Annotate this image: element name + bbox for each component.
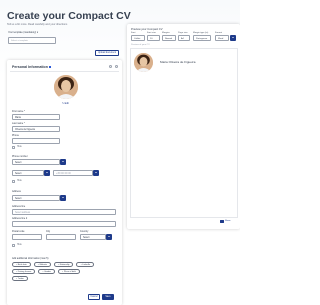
phone-type-select[interactable]: Select — [12, 159, 60, 165]
info-icon — [48, 65, 52, 69]
last-name-value: Oliveira de Figueira — [15, 128, 35, 131]
hide-phone-label: Hide — [17, 146, 22, 148]
format-select[interactable]: Word — [215, 35, 229, 41]
section-title-text: Personal Information — [12, 65, 48, 69]
country-select[interactable]: Select — [80, 234, 106, 240]
font-size-select[interactable]: 10 — [147, 35, 160, 41]
add-phone-button[interactable] — [93, 170, 99, 176]
additional-info-chips: + Birth date + Website + Nationality + L… — [12, 262, 98, 281]
country-code-value: Select — [15, 172, 22, 175]
phone-number-label: Phone number — [12, 155, 28, 158]
preview-photo — [134, 53, 153, 72]
margins-select[interactable]: Normal — [162, 35, 176, 41]
section-title: Personal Information — [12, 65, 52, 69]
cv-preview-sheet — [130, 48, 238, 218]
phone-type-value: Select — [15, 161, 22, 164]
postal-code-label: Postal code — [12, 230, 25, 233]
margins-value: Normal — [165, 37, 173, 40]
page-size-select[interactable]: A4 — [178, 35, 190, 41]
country-chevron-icon[interactable] — [106, 234, 112, 240]
country-label: Country — [80, 230, 89, 233]
font-select[interactable]: Calibri — [131, 35, 145, 41]
personal-info-card: Personal Information ✎ Edit First name *… — [7, 60, 122, 305]
font-label: Font — [131, 32, 136, 34]
last-name-input[interactable]: Oliveira de Figueira — [12, 126, 60, 132]
phone-input[interactable] — [12, 138, 60, 144]
divider — [10, 71, 119, 72]
collapse-icon[interactable] — [109, 65, 112, 68]
city-label: City — [46, 230, 51, 233]
chip-driving-license[interactable]: + Driving license — [12, 269, 36, 274]
address-label: Address — [12, 190, 21, 193]
phone-type-chevron-icon[interactable] — [60, 159, 66, 165]
chip-twitter[interactable]: + Twitter — [12, 276, 28, 281]
template-select[interactable]: Select a template — [8, 37, 56, 44]
address-line-placeholder: Select address — [15, 211, 31, 214]
template-label: Your template (mandatory) ▾ — [8, 31, 39, 34]
margins-label: Margins — [162, 32, 170, 34]
first-name-label: First name * — [12, 110, 25, 113]
share-link[interactable]: Share — [225, 220, 231, 222]
page: Create your Compact CV Tell us a bit mor… — [0, 0, 240, 305]
chip-gender[interactable]: + Gender — [38, 269, 56, 274]
card-actions — [109, 65, 118, 68]
address-line-2-label: Address line 2 — [12, 217, 28, 220]
preview-avatar-image — [134, 53, 153, 72]
hide-phone-checkbox[interactable] — [12, 146, 15, 149]
share-icon — [220, 220, 224, 223]
address-line-2-input[interactable] — [12, 221, 116, 227]
hide-number-checkbox[interactable] — [12, 180, 15, 183]
city-input[interactable] — [46, 234, 76, 240]
margin-type-select[interactable]: Portuguese — [193, 35, 211, 41]
last-name-label: Last name * — [12, 122, 25, 125]
first-name-value: Maria — [15, 116, 21, 119]
chip-place-of-birth[interactable]: + Place of birth — [58, 269, 80, 274]
page-title: Create your Compact CV — [7, 10, 131, 22]
chip-nationality[interactable]: + Nationality — [53, 262, 74, 267]
template-placeholder: Select a template — [11, 40, 28, 42]
hide-address-label: Hide — [17, 244, 22, 246]
phone-number-placeholder: +45 000 00 00 — [56, 172, 71, 175]
save-button[interactable]: Save — [102, 294, 114, 300]
avatar-image — [54, 75, 78, 99]
country-code-select[interactable]: Select — [12, 170, 44, 176]
address-chevron-icon[interactable] — [60, 195, 66, 201]
preview-title: Preview your Compact CV — [131, 28, 163, 31]
preview-card: Preview your Compact CV Font Calibri Fon… — [127, 24, 240, 229]
first-name-input[interactable]: Maria — [12, 114, 60, 120]
hide-number-label: Hide — [17, 180, 22, 182]
preview-name: Maria Oliveira de Figueira — [160, 60, 196, 64]
hide-address-checkbox[interactable] — [12, 244, 15, 247]
font-size-label: Font size — [147, 32, 156, 34]
postal-code-input[interactable] — [12, 234, 42, 240]
address-value: Select — [15, 197, 22, 200]
font-size-value: 10 — [150, 37, 153, 40]
preview-hint: Preview of your CV — [131, 44, 150, 46]
country-value: Select — [83, 236, 90, 239]
country-code-chevron-icon[interactable] — [44, 170, 50, 176]
format-label: Format — [215, 32, 222, 34]
upload-document-button[interactable]: Upload document — [95, 50, 119, 56]
chip-website[interactable]: + Website — [33, 262, 51, 267]
chip-birth-date[interactable]: + Birth date — [12, 262, 31, 267]
close-icon[interactable] — [115, 65, 118, 68]
phone-number-input[interactable]: +45 000 00 00 — [53, 170, 93, 176]
margin-type-value: Portuguese — [196, 37, 208, 40]
chip-linkedin[interactable]: + LinkedIn — [76, 262, 95, 267]
page-subtitle: Tell us a bit more. Read carefully and y… — [7, 23, 68, 26]
profile-photo[interactable] — [54, 75, 78, 99]
page-size-label: Page size — [178, 32, 188, 34]
address-line-input[interactable]: Select address — [12, 209, 116, 215]
format-value: Word — [218, 37, 224, 40]
edit-photo-link[interactable]: ✎ Edit — [62, 102, 69, 105]
cancel-button[interactable]: Cancel — [88, 294, 100, 300]
page-size-value: A4 — [181, 37, 184, 40]
phone-label: Phone — [12, 134, 19, 137]
margin-type-label: Margin type (in) — [193, 32, 209, 34]
additional-info-label: Add additional information (max 5) — [12, 257, 49, 260]
address-line-label: Address line — [12, 205, 26, 208]
font-value: Calibri — [134, 37, 141, 40]
address-select[interactable]: Select — [12, 195, 60, 201]
download-button[interactable] — [230, 35, 236, 41]
